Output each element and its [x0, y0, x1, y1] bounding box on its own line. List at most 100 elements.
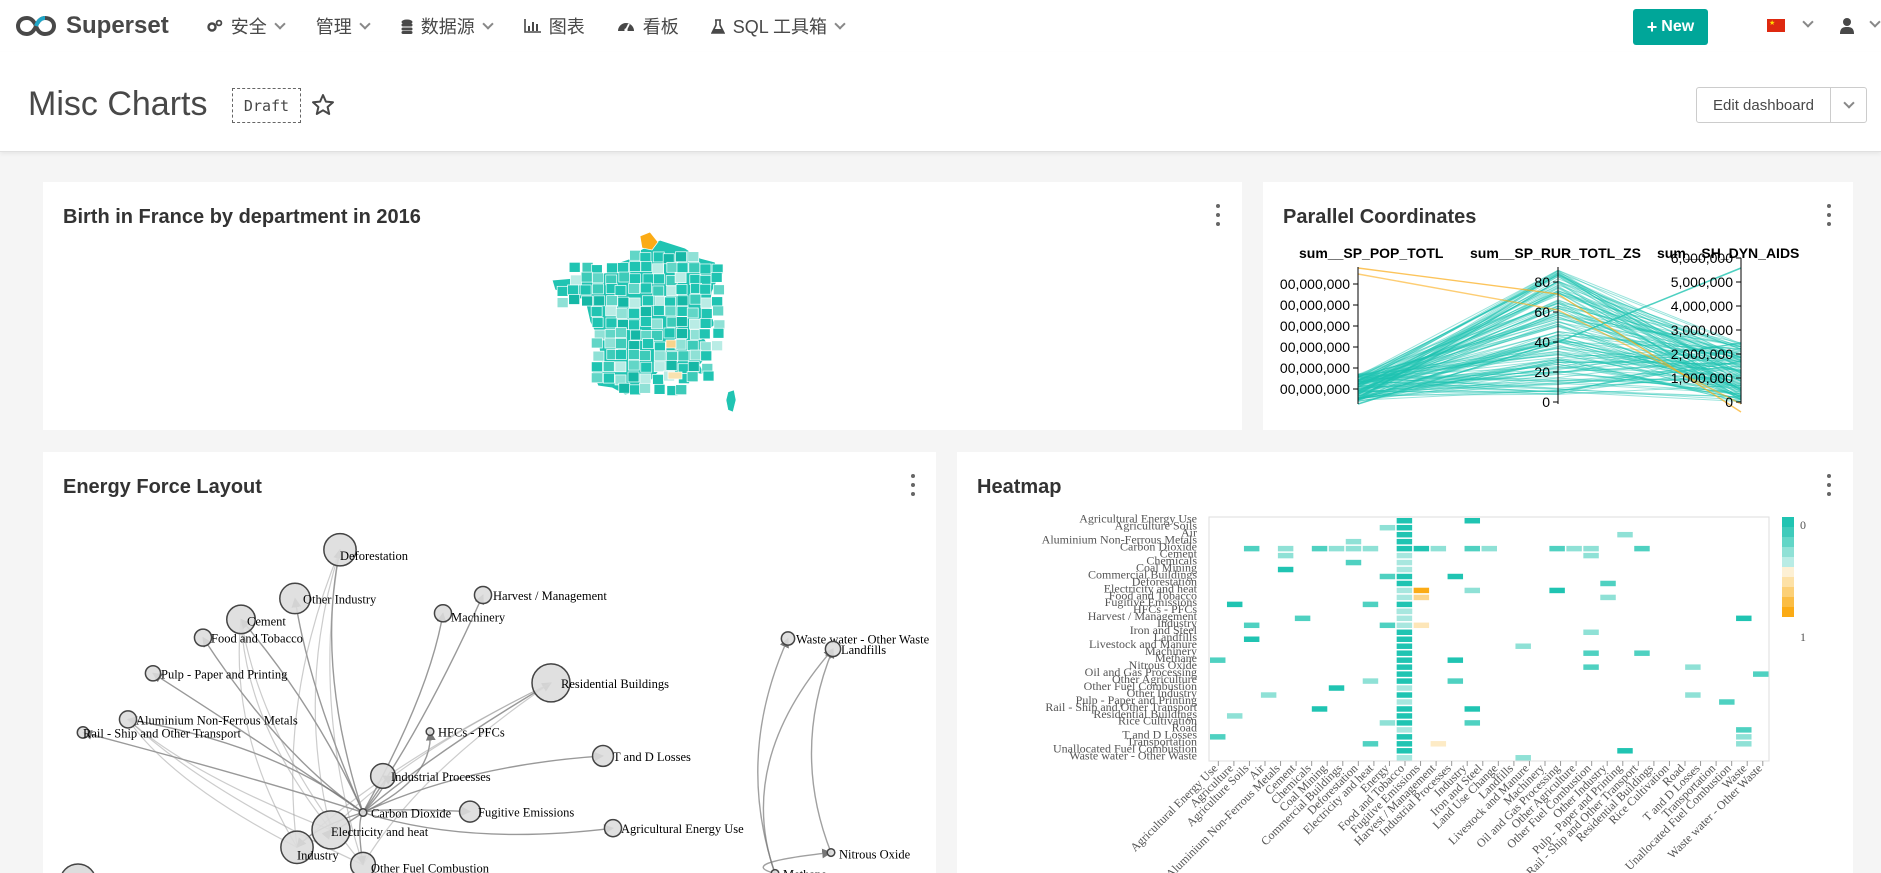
- department[interactable]: [700, 350, 713, 362]
- heatmap-cell[interactable]: [1719, 699, 1735, 705]
- heatmap-cell[interactable]: [1396, 531, 1413, 538]
- department[interactable]: [579, 284, 592, 296]
- department[interactable]: [628, 273, 641, 285]
- heatmap-cell[interactable]: [1396, 601, 1413, 608]
- heatmap-cell[interactable]: [1634, 545, 1650, 552]
- heatmap-cell[interactable]: [1396, 678, 1413, 684]
- new-button[interactable]: + New: [1633, 9, 1708, 45]
- heatmap-cell[interactable]: [1464, 720, 1481, 726]
- heatmap-cell[interactable]: [1600, 580, 1616, 587]
- force-node[interactable]: [591, 744, 615, 768]
- heatmap-cell[interactable]: [1396, 685, 1413, 691]
- department[interactable]: [667, 371, 683, 380]
- department[interactable]: [603, 372, 615, 384]
- department[interactable]: [676, 262, 689, 274]
- department[interactable]: [640, 261, 653, 272]
- department[interactable]: [615, 338, 627, 349]
- department[interactable]: [614, 361, 627, 373]
- heatmap-cell[interactable]: [1243, 545, 1260, 552]
- department[interactable]: [592, 283, 604, 295]
- department[interactable]: [639, 373, 652, 385]
- department[interactable]: [602, 361, 615, 372]
- heatmap-cell[interactable]: [1311, 706, 1328, 712]
- heatmap-cell[interactable]: [1736, 741, 1752, 747]
- heatmap-cell[interactable]: [1362, 545, 1379, 552]
- user-icon[interactable]: [1840, 17, 1854, 35]
- department[interactable]: [688, 262, 701, 274]
- department[interactable]: [652, 304, 665, 316]
- department[interactable]: [700, 297, 713, 309]
- heatmap-cell[interactable]: [1396, 650, 1413, 656]
- heatmap-cell[interactable]: [1396, 573, 1413, 580]
- force-node[interactable]: [473, 585, 493, 605]
- menu-charts[interactable]: 图表: [508, 0, 601, 52]
- department[interactable]: [570, 274, 582, 286]
- department[interactable]: [675, 284, 688, 295]
- department[interactable]: [628, 283, 640, 294]
- department[interactable]: [699, 317, 712, 329]
- heatmap-cell[interactable]: [1396, 671, 1413, 677]
- force-node[interactable]: [826, 847, 836, 858]
- department[interactable]: [568, 294, 581, 305]
- department[interactable]: [617, 296, 630, 308]
- heatmap-cell[interactable]: [1396, 636, 1413, 642]
- department[interactable]: [593, 295, 606, 307]
- department[interactable]: [568, 261, 581, 273]
- department[interactable]: [580, 271, 593, 283]
- heatmap-cell[interactable]: [1328, 545, 1345, 552]
- department[interactable]: [617, 262, 629, 273]
- department[interactable]: [676, 295, 689, 307]
- department[interactable]: [628, 307, 640, 319]
- department[interactable]: [666, 261, 679, 273]
- heatmap-cell[interactable]: [1396, 615, 1413, 622]
- edit-dashboard-button[interactable]: Edit dashboard: [1696, 87, 1831, 123]
- force-node[interactable]: [144, 664, 162, 682]
- department[interactable]: [675, 251, 687, 263]
- department[interactable]: [590, 306, 603, 317]
- heatmap-cell[interactable]: [1362, 678, 1379, 684]
- heatmap-cell[interactable]: [1362, 741, 1379, 747]
- force-node[interactable]: [770, 868, 780, 873]
- department[interactable]: [605, 317, 618, 329]
- draft-badge[interactable]: Draft: [232, 88, 301, 123]
- heatmap-cell[interactable]: [1583, 650, 1599, 656]
- heatmap-cell[interactable]: [1362, 601, 1379, 608]
- heatmap-cell[interactable]: [1600, 594, 1616, 601]
- heatmap-cell[interactable]: [1464, 706, 1481, 712]
- department[interactable]: [606, 262, 618, 274]
- department[interactable]: [618, 271, 631, 283]
- department[interactable]: [712, 327, 725, 339]
- department[interactable]: [567, 284, 579, 296]
- heatmap-cell[interactable]: [1583, 545, 1599, 552]
- heatmap-cell[interactable]: [1413, 587, 1430, 594]
- department[interactable]: [664, 296, 676, 308]
- heatmap-cell[interactable]: [1260, 692, 1277, 698]
- department[interactable]: [713, 284, 725, 296]
- heatmap-cell[interactable]: [1736, 734, 1752, 740]
- department[interactable]: [639, 350, 651, 362]
- heatmap-cell[interactable]: [1464, 545, 1481, 552]
- heatmap-cell[interactable]: [1210, 734, 1226, 740]
- heatmap-cell[interactable]: [1515, 643, 1531, 649]
- heatmap-cell[interactable]: [1396, 734, 1413, 740]
- heatmap-cell[interactable]: [1396, 692, 1413, 698]
- heatmap-cell[interactable]: [1396, 608, 1413, 615]
- heatmap-cell[interactable]: [1243, 622, 1260, 629]
- dashboard-actions-dropdown[interactable]: [1830, 87, 1867, 123]
- department[interactable]: [592, 350, 605, 362]
- department[interactable]: [676, 305, 689, 317]
- department[interactable]: [711, 296, 723, 308]
- heatmap-cell[interactable]: [1396, 566, 1413, 573]
- force-node[interactable]: [780, 631, 796, 646]
- heatmap-cell[interactable]: [1226, 601, 1243, 608]
- department[interactable]: [710, 271, 723, 283]
- department[interactable]: [663, 327, 676, 339]
- force-node[interactable]: [603, 818, 623, 838]
- heatmap-cell[interactable]: [1566, 545, 1582, 552]
- heatmap-cell[interactable]: [1396, 594, 1413, 601]
- heatmap-cell[interactable]: [1396, 545, 1413, 552]
- department[interactable]: [699, 341, 712, 353]
- heatmap-cell[interactable]: [1753, 671, 1769, 677]
- heatmap-cell[interactable]: [1447, 573, 1464, 580]
- department[interactable]: [689, 318, 701, 330]
